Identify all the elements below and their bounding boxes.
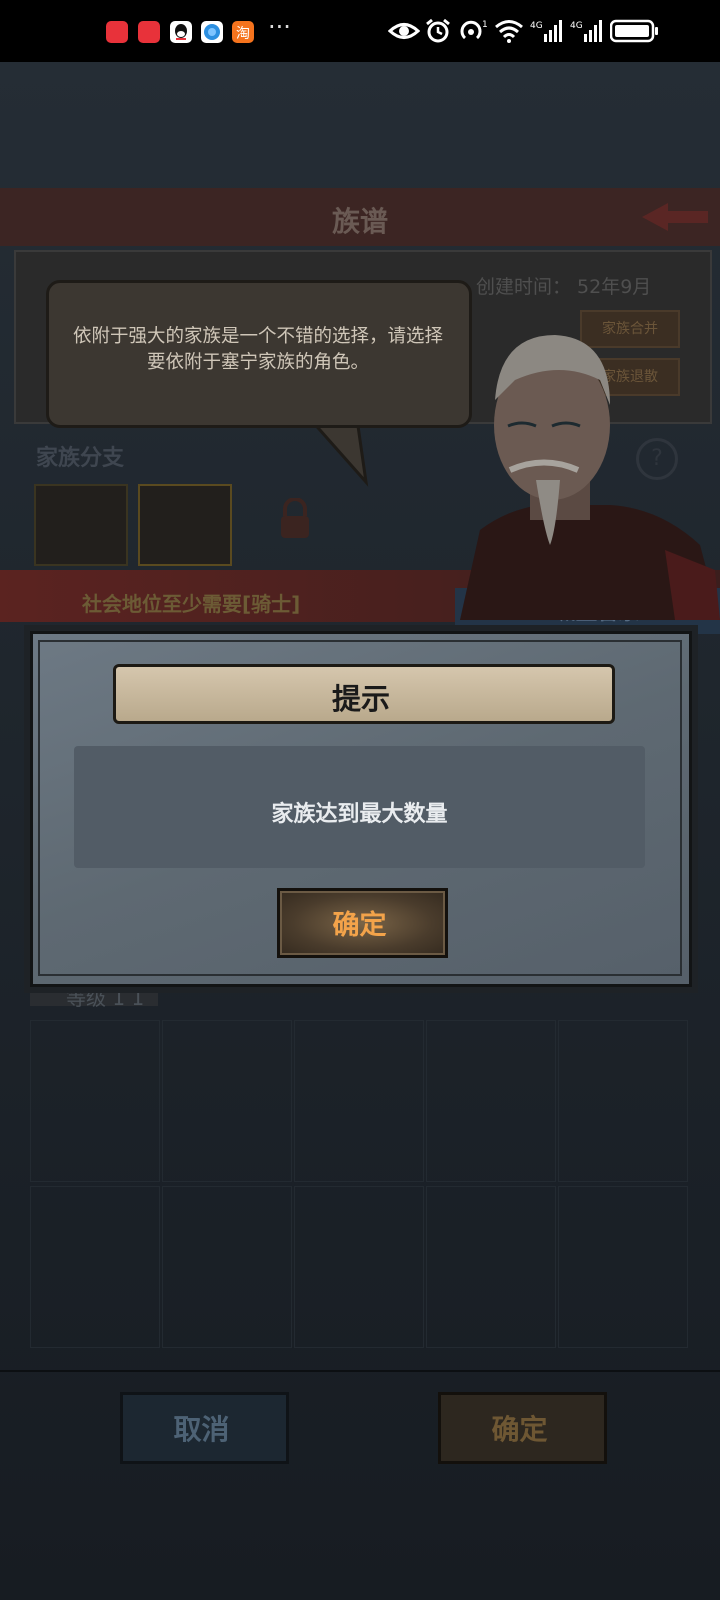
speech-bubble-text: 依附于强大的家族是一个不错的选择，请选择要依附于塞宁家族的角色。 bbox=[72, 326, 443, 373]
social-requirement-text: 社会地位至少需要[骑士] bbox=[82, 592, 301, 616]
dialog-title: 提示 bbox=[331, 682, 390, 716]
member-grid bbox=[30, 1020, 690, 1350]
alarm-icon bbox=[424, 18, 452, 44]
svg-text:4G: 4G bbox=[530, 21, 543, 31]
cancel-button-label: 取消 bbox=[173, 1413, 230, 1446]
taobao-icon: 淘 bbox=[232, 21, 254, 43]
svg-text:淘: 淘 bbox=[236, 26, 250, 42]
mall-app-icon bbox=[138, 21, 160, 43]
battery-icon bbox=[609, 18, 660, 44]
dialog-message: 家族达到最大数量 bbox=[271, 802, 448, 827]
lock-icon bbox=[278, 497, 312, 546]
back-arrow-icon[interactable] bbox=[640, 200, 710, 238]
qq-icon bbox=[170, 21, 192, 43]
svg-text:4G: 4G bbox=[570, 21, 583, 31]
wifi-icon bbox=[494, 18, 524, 44]
castle-steward-portrait bbox=[460, 330, 720, 624]
created-time: 创建时间： 52年9月 bbox=[476, 276, 652, 298]
signal-4g-icon: 4G bbox=[530, 18, 564, 44]
more-notifications-icon: ··· bbox=[268, 13, 291, 41]
dialog-ok-label: 确定 bbox=[332, 910, 387, 941]
svg-text:1: 1 bbox=[482, 20, 488, 30]
branch-empty-slot[interactable] bbox=[138, 484, 232, 566]
branch-title: 家族分支 bbox=[36, 446, 125, 471]
branch-member-slot[interactable] bbox=[34, 484, 128, 566]
hotspot-icon: 1 bbox=[458, 18, 490, 44]
clock: 8:06 bbox=[46, 14, 107, 45]
bottom-divider bbox=[0, 1370, 720, 1372]
browser-icon bbox=[201, 21, 223, 43]
eye-icon bbox=[387, 18, 421, 44]
mall-app-icon bbox=[106, 21, 128, 43]
confirm-button-label: 确定 bbox=[491, 1413, 548, 1446]
page-title: 族谱 bbox=[331, 205, 388, 238]
signal-4g-icon: 4G bbox=[570, 18, 604, 44]
